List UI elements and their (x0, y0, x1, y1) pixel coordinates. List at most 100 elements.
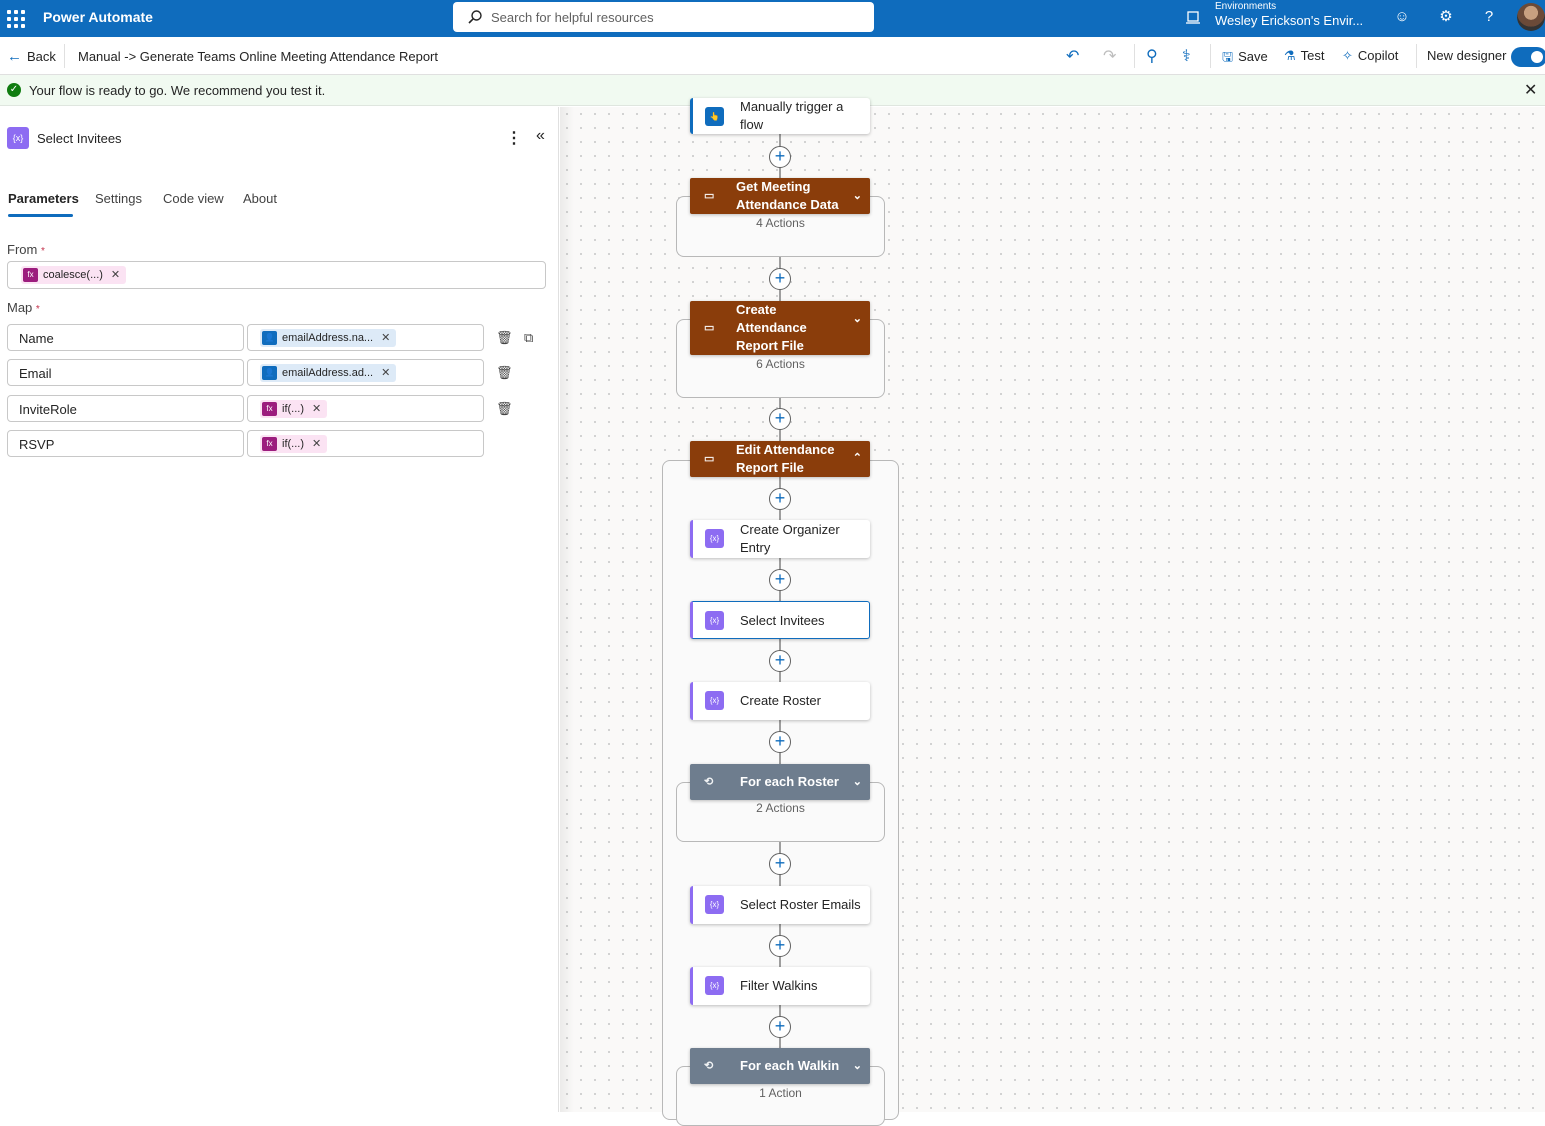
delete-icon[interactable]: 🗑 (496, 401, 513, 417)
chevron-up-icon[interactable]: ⌃ (853, 451, 862, 464)
copilot-button[interactable]: ✧ Copilot (1342, 48, 1398, 64)
loop-for-each-roster[interactable]: ⟲ For each Roster ⌄ (690, 764, 870, 800)
user-avatar[interactable] (1517, 3, 1545, 31)
loop-icon: ⟲ (704, 1060, 714, 1072)
flow-checker-icon[interactable]: ⚕ (1182, 46, 1191, 66)
action-select-invitees[interactable]: {x} Select Invitees (690, 601, 870, 639)
help-icon[interactable]: ? (1480, 8, 1498, 26)
remove-token-icon[interactable]: ✕ (381, 367, 390, 379)
action-label: Filter Walkins (740, 978, 818, 993)
environment-picker[interactable]: Wesley Erickson's Envir... (1215, 13, 1363, 28)
delete-icon[interactable]: 🗑 (496, 330, 513, 346)
loop-icon: ⟲ (704, 776, 714, 788)
checkmark-icon: ✓ (7, 83, 21, 97)
add-action-button[interactable]: + (769, 650, 791, 672)
map-key-input[interactable]: Name (7, 324, 244, 351)
expression-token[interactable]: fx if(...) ✕ (260, 400, 328, 418)
action-select-roster-emails[interactable]: {x} Select Roster Emails (690, 886, 870, 924)
from-label: From * (7, 242, 45, 257)
data-operation-icon: {x} (705, 529, 724, 548)
comments-icon[interactable]: ⚲ (1146, 46, 1158, 66)
remove-token-icon[interactable]: ✕ (381, 332, 390, 344)
feedback-smiley-icon[interactable]: ☺ (1393, 8, 1411, 26)
scope-edit-attendance-report-file[interactable]: ▭ Edit Attendance Report File ⌃ (690, 441, 870, 477)
map-key-input[interactable]: InviteRole (7, 395, 244, 422)
token-label: coalesce(...) (43, 269, 103, 281)
flow-breadcrumb: Manual -> Generate Teams Online Meeting … (78, 49, 439, 64)
map-label: Map * (7, 300, 40, 315)
map-key-input[interactable]: Email (7, 359, 244, 386)
settings-gear-icon[interactable]: ⚙ (1437, 8, 1455, 26)
save-icon: 🖫 (1222, 49, 1234, 64)
chevron-down-icon[interactable]: ⌄ (853, 1059, 862, 1072)
fx-icon: fx (262, 437, 277, 451)
map-value-input[interactable]: fx if(...) ✕ (247, 395, 484, 422)
undo-icon[interactable]: ↶ (1066, 46, 1079, 66)
loop-for-each-walkin[interactable]: ⟲ For each Walkin ⌄ (690, 1048, 870, 1084)
redo-icon[interactable]: ↷ (1103, 46, 1116, 66)
back-button[interactable]: ← Back (7, 48, 56, 65)
action-create-roster[interactable]: {x} Create Roster (690, 682, 870, 720)
remove-token-icon[interactable]: ✕ (111, 269, 120, 281)
add-action-button[interactable]: + (769, 935, 791, 957)
trigger-card[interactable]: 👆 Manually trigger a flow (690, 98, 870, 134)
expression-token[interactable]: fx if(...) ✕ (260, 435, 328, 453)
divider (1416, 44, 1417, 68)
arrow-left-icon: ← (7, 48, 22, 65)
app-title[interactable]: Power Automate (43, 9, 153, 25)
from-label-text: From (7, 242, 38, 257)
divider (64, 44, 65, 68)
dynamic-content-token[interactable]: 👤 emailAddress.na... ✕ (260, 329, 397, 347)
tab-parameters[interactable]: Parameters (8, 191, 79, 206)
add-action-button[interactable]: + (769, 853, 791, 875)
scope-title: Edit Attendance Report File (736, 442, 835, 475)
test-button[interactable]: ⚗ Test (1284, 48, 1325, 64)
add-action-button[interactable]: + (769, 569, 791, 591)
add-action-button[interactable]: + (769, 731, 791, 753)
app-launcher-icon[interactable] (5, 8, 25, 28)
switch-to-text-mode-icon[interactable]: ⧉ (524, 330, 533, 346)
command-bar: ← Back Manual -> Generate Teams Online Me… (0, 38, 1545, 75)
chevron-down-icon[interactable]: ⌄ (853, 775, 862, 788)
action-create-organizer-entry[interactable]: {x} Create Organizer Entry (690, 520, 870, 558)
map-value-input[interactable]: 👤 emailAddress.ad... ✕ (247, 359, 484, 386)
chevron-down-icon[interactable]: ⌄ (853, 312, 862, 325)
add-action-button[interactable]: + (769, 1016, 791, 1038)
collapse-panel-icon[interactable]: « (536, 127, 545, 145)
scope-get-meeting-attendance-data[interactable]: ▭ Get Meeting Attendance Data ⌄ (690, 178, 870, 214)
action-label: Select Invitees (740, 613, 825, 628)
new-designer-toggle[interactable] (1511, 47, 1545, 67)
person-icon: 👤 (262, 366, 277, 380)
copilot-label: Copilot (1357, 48, 1399, 63)
add-action-button[interactable]: + (769, 488, 791, 510)
delete-icon[interactable]: 🗑 (496, 365, 513, 381)
scope-create-attendance-report-file[interactable]: ▭ Create Attendance Report File ⌄ (690, 301, 870, 355)
remove-token-icon[interactable]: ✕ (312, 403, 321, 415)
remove-token-icon[interactable]: ✕ (312, 438, 321, 450)
map-value-input[interactable]: fx if(...) ✕ (247, 430, 484, 457)
scope-title: Create Attendance Report File (736, 302, 807, 353)
save-button[interactable]: 🖫 Save (1222, 48, 1268, 70)
dynamic-content-token[interactable]: 👤 emailAddress.ad... ✕ (260, 364, 397, 382)
chevron-down-icon[interactable]: ⌄ (853, 189, 862, 202)
search-input[interactable]: Search for helpful resources (453, 2, 874, 32)
add-action-button[interactable]: + (769, 268, 791, 290)
from-field[interactable]: fx coalesce(...) ✕ (7, 261, 546, 289)
environment-icon (1186, 11, 1200, 24)
expression-token[interactable]: fx coalesce(...) ✕ (21, 266, 127, 284)
action-filter-walkins[interactable]: {x} Filter Walkins (690, 967, 870, 1005)
loop-action-count: 2 Actions (756, 801, 805, 815)
loop-action-count: 1 Action (759, 1086, 802, 1100)
panel-title[interactable]: Select Invitees (37, 131, 122, 146)
scope-title: Get Meeting Attendance Data (736, 179, 839, 212)
close-icon[interactable]: ✕ (1524, 80, 1537, 100)
tab-about[interactable]: About (243, 191, 277, 206)
scope-action-count: 6 Actions (756, 357, 805, 371)
tab-settings[interactable]: Settings (95, 191, 142, 206)
tab-code-view[interactable]: Code view (163, 191, 224, 206)
add-action-button[interactable]: + (769, 408, 791, 430)
add-action-button[interactable]: + (769, 146, 791, 168)
map-key-input[interactable]: RSVP (7, 430, 244, 457)
more-options-icon[interactable]: ⋮ (506, 128, 522, 148)
map-value-input[interactable]: 👤 emailAddress.na... ✕ (247, 324, 484, 351)
